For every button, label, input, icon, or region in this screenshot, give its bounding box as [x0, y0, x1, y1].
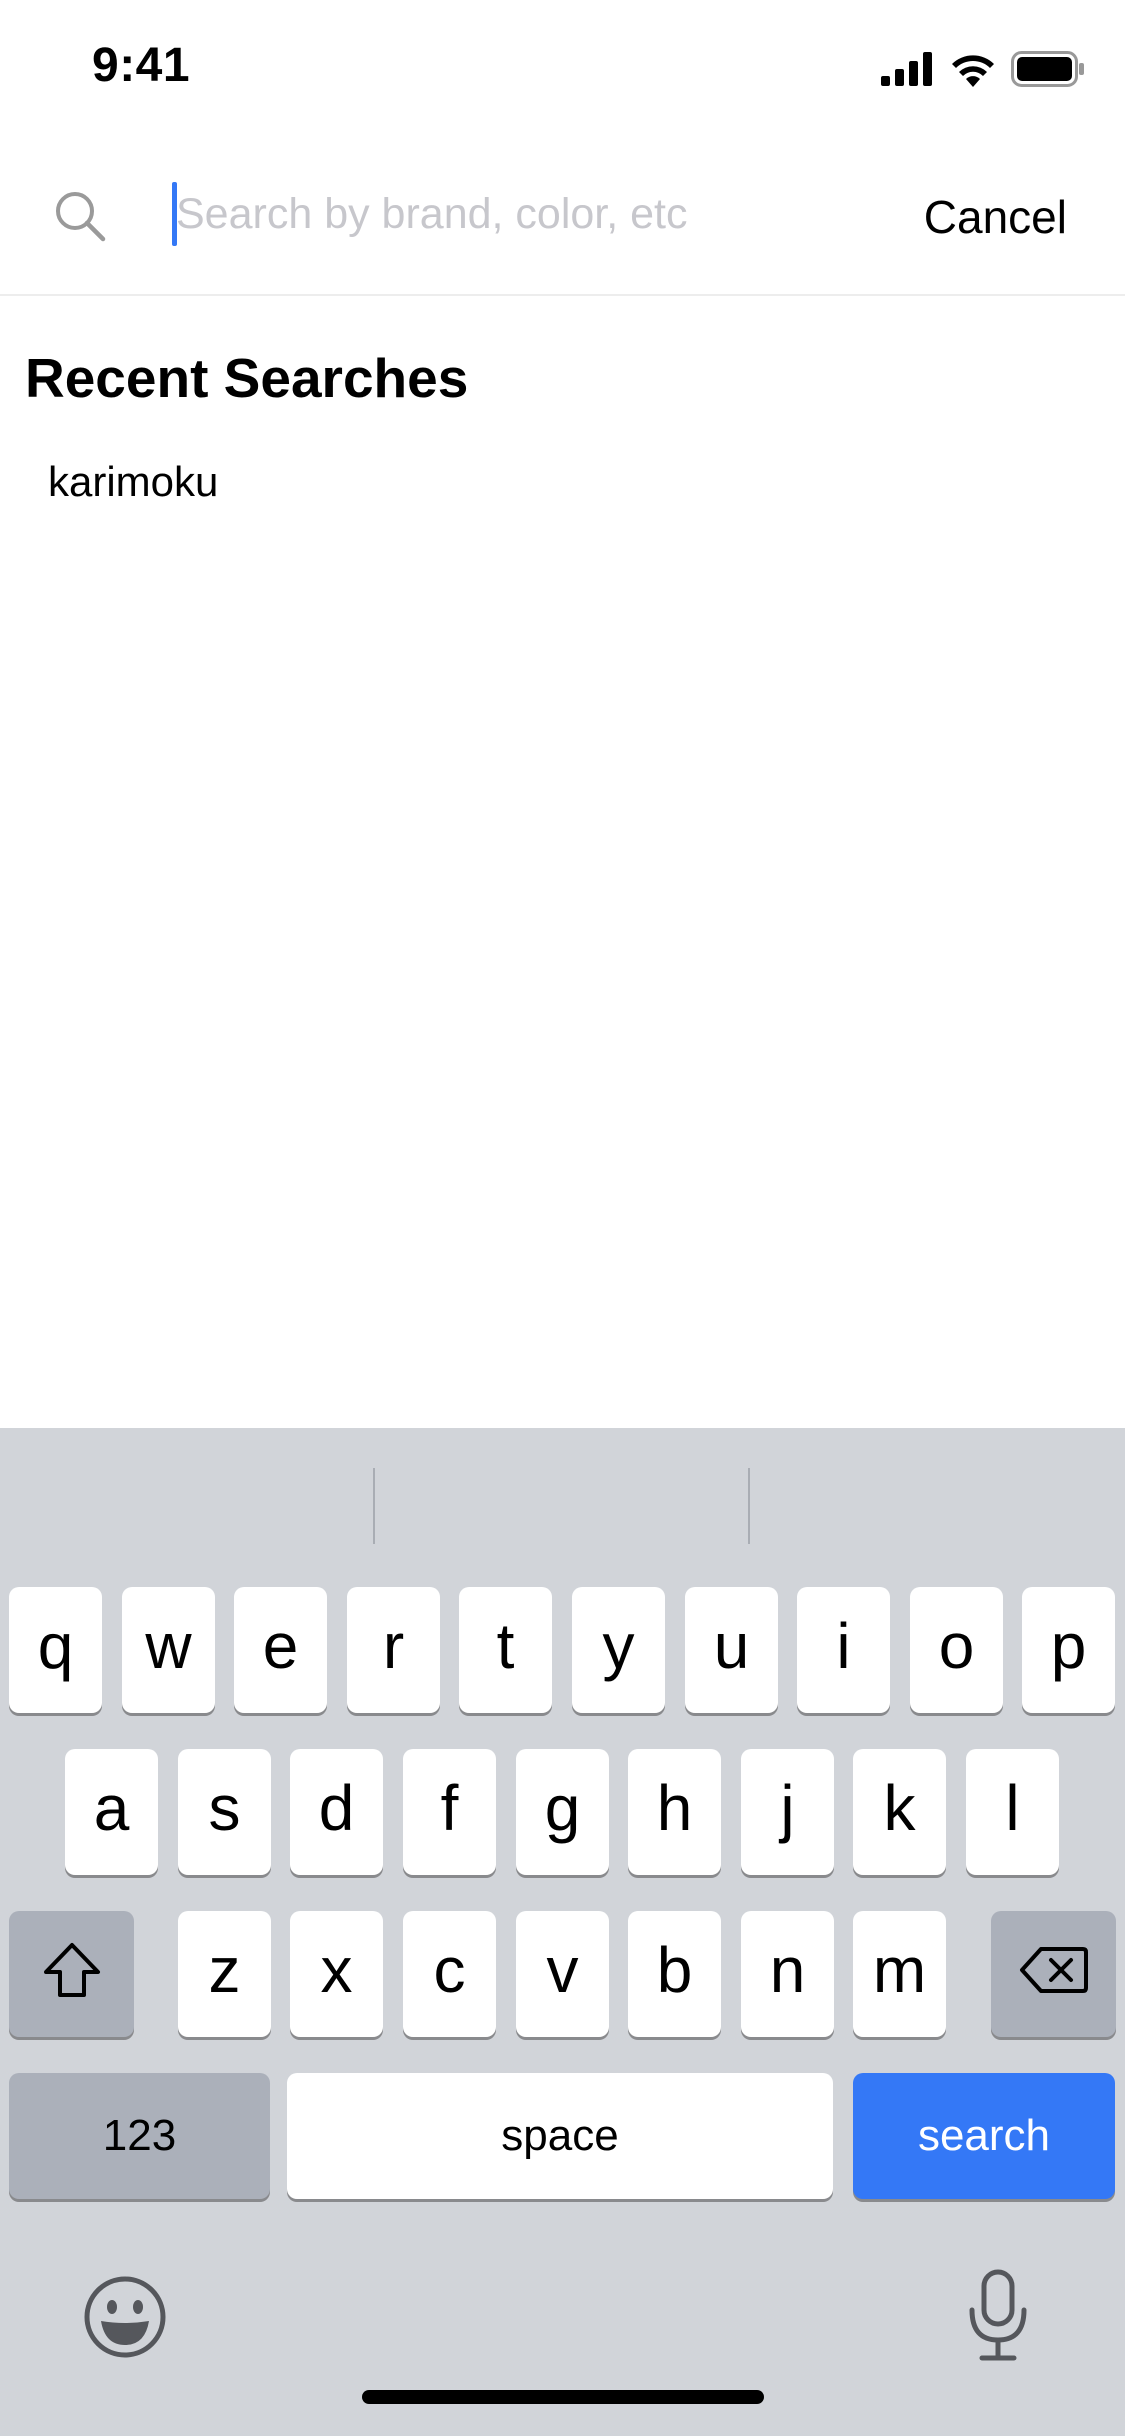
suggestion-divider — [748, 1468, 750, 1544]
key-m[interactable]: m — [853, 1911, 946, 2037]
status-bar: 9:41 — [0, 0, 1125, 132]
key-h[interactable]: h — [628, 1749, 721, 1875]
space-key[interactable]: space — [287, 2073, 833, 2199]
delete-key[interactable] — [991, 1911, 1116, 2037]
emoji-icon[interactable] — [83, 2275, 167, 2359]
key-k[interactable]: k — [853, 1749, 946, 1875]
key-y[interactable]: y — [572, 1587, 665, 1713]
key-f[interactable]: f — [403, 1749, 496, 1875]
key-t[interactable]: t — [459, 1587, 552, 1713]
recent-search-item[interactable]: karimoku — [48, 458, 218, 506]
wifi-icon — [952, 55, 994, 87]
key-r[interactable]: r — [347, 1587, 440, 1713]
key-o[interactable]: o — [910, 1587, 1003, 1713]
key-q[interactable]: q — [9, 1587, 102, 1713]
shift-key[interactable] — [9, 1911, 134, 2037]
key-u[interactable]: u — [685, 1587, 778, 1713]
keyboard: q w e r t y u i o p a s d f g h j k l z … — [0, 1428, 1125, 2436]
key-j[interactable]: j — [741, 1749, 834, 1875]
key-w[interactable]: w — [122, 1587, 215, 1713]
key-v[interactable]: v — [516, 1911, 609, 2037]
key-g[interactable]: g — [516, 1749, 609, 1875]
key-s[interactable]: s — [178, 1749, 271, 1875]
key-l[interactable]: l — [966, 1749, 1059, 1875]
status-time: 9:41 — [92, 39, 191, 92]
key-n[interactable]: n — [741, 1911, 834, 2037]
recent-searches-title: Recent Searches — [25, 347, 469, 409]
battery-icon — [1011, 51, 1084, 87]
search-screen: 9:41 Search by brand, color, etc Cancel … — [0, 0, 1125, 2436]
search-key[interactable]: search — [853, 2073, 1115, 2199]
key-e[interactable]: e — [234, 1587, 327, 1713]
status-icons — [881, 48, 1085, 90]
cellular-signal-icon — [881, 52, 932, 86]
key-p[interactable]: p — [1022, 1587, 1115, 1713]
search-input[interactable] — [176, 172, 866, 256]
numbers-key[interactable]: 123 — [9, 2073, 270, 2199]
key-c[interactable]: c — [403, 1911, 496, 2037]
search-field — [172, 172, 872, 256]
key-x[interactable]: x — [290, 1911, 383, 2037]
home-indicator — [362, 2390, 764, 2404]
cancel-button[interactable]: Cancel — [924, 190, 1067, 244]
shift-icon — [43, 1943, 100, 1997]
search-bar: Cancel — [0, 132, 1125, 296]
key-d[interactable]: d — [290, 1749, 383, 1875]
key-b[interactable]: b — [628, 1911, 721, 2037]
microphone-icon[interactable] — [966, 2268, 1030, 2364]
suggestion-divider — [373, 1468, 375, 1544]
search-icon — [56, 192, 106, 242]
delete-icon — [1019, 1947, 1088, 1993]
key-i[interactable]: i — [797, 1587, 890, 1713]
text-cursor — [172, 182, 177, 246]
key-a[interactable]: a — [65, 1749, 158, 1875]
key-z[interactable]: z — [178, 1911, 271, 2037]
